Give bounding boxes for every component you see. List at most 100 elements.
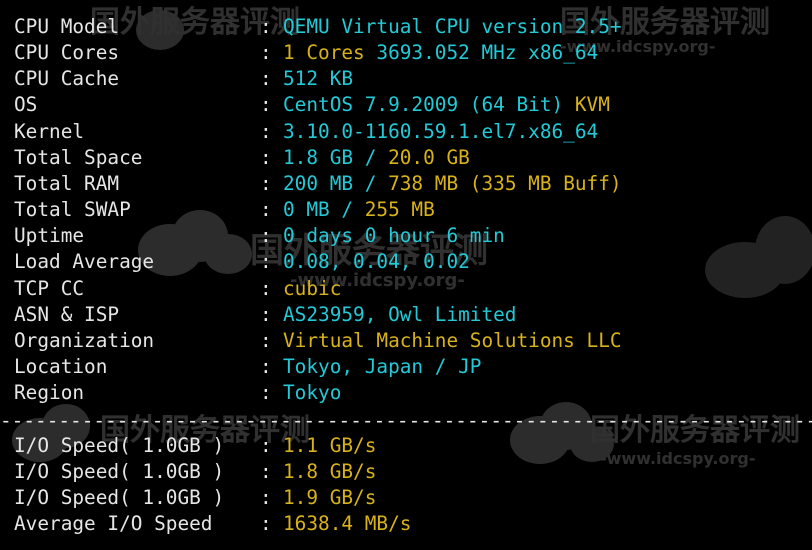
- info-row-asn-isp: ASN & ISP: AS23959, Owl Limited: [0, 302, 812, 328]
- value-segment: 1.9 GB/s: [283, 486, 377, 510]
- separator-colon: :: [260, 276, 272, 300]
- value-segment: 1.8 GB /: [283, 145, 389, 169]
- separator-colon: :: [260, 512, 272, 536]
- info-value: 1.9 GB/s: [283, 485, 376, 511]
- info-row-total-ram: Total RAM:200 MB / 738 MB (335 MB Buff): [0, 171, 812, 197]
- info-value: 200 MB / 738 MB (335 MB Buff): [283, 171, 622, 197]
- info-row-cpu-model: CPU Model: QEMU Virtual CPU version 2.5+: [0, 14, 812, 40]
- info-label: TCP CC: [14, 276, 85, 300]
- value-segment: QEMU Virtual CPU version 2.5+: [283, 15, 622, 38]
- info-row-cpu-cores: CPU Cores:1 Cores 3693.052 MHz x86_64: [0, 40, 812, 66]
- info-row-location: Location: Tokyo, Japan / JP: [0, 354, 812, 380]
- value-segment: Tokyo: [283, 381, 342, 405]
- info-row-i-o-speed-1-0gb: I/O Speed( 1.0GB ):1.1 GB/s: [0, 433, 812, 459]
- value-segment: 200 MB /: [283, 171, 389, 195]
- info-label: OS: [14, 93, 38, 117]
- info-label: Total SWAP: [14, 198, 131, 222]
- terminal-window: 国外服务器评测 -www.idcspy.org- 国外服务器评测 -www.id…: [0, 0, 812, 550]
- value-segment: 255 MB: [364, 198, 435, 222]
- separator-colon: :: [260, 15, 272, 38]
- info-row-total-swap: Total SWAP:0 MB / 255 MB: [0, 197, 812, 223]
- info-label: CPU Cache: [14, 67, 120, 91]
- info-value: AS23959, Owl Limited: [283, 302, 516, 328]
- info-row-region: Region: Tokyo: [0, 380, 812, 406]
- info-row-average-i-o-speed: Average I/O Speed:1638.4 MB/s: [0, 511, 812, 537]
- separator-colon: :: [260, 302, 272, 326]
- info-row-kernel: Kernel:3.10.0-1160.59.1.el7.x86_64: [0, 119, 812, 145]
- info-row-cpu-cache: CPU Cache:512 KB: [0, 66, 812, 92]
- info-label: Average I/O Speed: [14, 512, 213, 536]
- info-value: 1.8 GB/s: [283, 459, 376, 485]
- info-row-tcp-cc: TCP CC: cubic: [0, 276, 812, 302]
- separator-colon: :: [260, 171, 272, 195]
- value-segment: 1.8 GB/s: [283, 460, 377, 484]
- info-row-total-space: Total Space:1.8 GB / 20.0 GB: [0, 145, 812, 171]
- value-segment: Virtual Machine Solutions LLC: [283, 328, 622, 352]
- value-segment: Tokyo, Japan / JP: [283, 354, 482, 378]
- value-segment: cubic: [283, 276, 342, 300]
- info-value: 1.8 GB / 20.0 GB: [283, 145, 470, 171]
- value-segment: 512 KB: [283, 67, 354, 91]
- info-label: I/O Speed( 1.0GB ): [14, 486, 225, 510]
- separator-colon: :: [260, 145, 272, 169]
- info-value: Tokyo, Japan / JP: [283, 354, 481, 380]
- info-label: CPU Model: [14, 15, 120, 38]
- info-value: Virtual Machine Solutions LLC: [283, 328, 622, 354]
- info-value: 3.10.0-1160.59.1.el7.x86_64: [283, 119, 598, 145]
- info-label: Total RAM: [14, 171, 120, 195]
- info-value: 0 days 0 hour 6 min: [283, 223, 505, 249]
- value-segment: KVM: [574, 93, 610, 117]
- info-label: Uptime: [14, 224, 85, 248]
- separator-colon: :: [260, 41, 272, 65]
- value-segment: 738 MB (335 MB Buff): [388, 171, 622, 195]
- info-label: Region: [14, 381, 85, 405]
- info-value: CentOS 7.9.2009 (64 Bit) KVM: [283, 92, 610, 118]
- separator-colon: :: [260, 67, 272, 91]
- info-row-uptime: Uptime:0 days 0 hour 6 min: [0, 223, 812, 249]
- info-value: 0 MB / 255 MB: [283, 197, 435, 223]
- info-label: Load Average: [14, 250, 155, 274]
- info-value: 1 Cores 3693.052 MHz x86_64: [283, 40, 598, 66]
- info-value: 1638.4 MB/s: [283, 511, 411, 537]
- info-row-organization: Organization: Virtual Machine Solutions L…: [0, 328, 812, 354]
- separator-colon: :: [260, 460, 272, 484]
- info-label: Total Space: [14, 145, 143, 169]
- info-label: I/O Speed( 1.0GB ): [14, 460, 225, 484]
- section-divider: ----------------------------------------…: [0, 409, 812, 432]
- info-row-os: OS: CentOS 7.9.2009 (64 Bit) KVM: [0, 92, 812, 118]
- separator-colon: :: [260, 198, 272, 222]
- value-segment: 1 Cores: [283, 41, 377, 65]
- value-segment: 0 MB /: [283, 198, 365, 222]
- info-row-i-o-speed-1-0gb: I/O Speed( 1.0GB ):1.8 GB/s: [0, 459, 812, 485]
- value-segment: 1638.4 MB/s: [283, 512, 412, 536]
- separator-colon: :: [260, 434, 272, 457]
- info-value: cubic: [283, 276, 341, 302]
- value-segment: CentOS 7.9.2009 (64 Bit): [283, 93, 575, 117]
- info-label: Kernel: [14, 119, 85, 143]
- info-value: 512 KB: [283, 66, 353, 92]
- separator-colon: :: [260, 250, 272, 274]
- separator-colon: :: [260, 328, 272, 352]
- info-label: I/O Speed( 1.0GB ): [14, 434, 225, 457]
- value-segment: 0 days 0 hour 6 min: [283, 224, 505, 248]
- info-value: QEMU Virtual CPU version 2.5+: [283, 14, 622, 40]
- value-segment: 3693.052 MHz x86_64: [376, 41, 599, 65]
- info-label: Location: [14, 354, 108, 378]
- separator-colon: :: [260, 381, 272, 405]
- info-row-i-o-speed-1-0gb: I/O Speed( 1.0GB ):1.9 GB/s: [0, 485, 812, 511]
- separator-colon: :: [260, 224, 272, 248]
- info-row-load-average: Load Average:0.08, 0.04, 0.02: [0, 249, 812, 275]
- value-segment: 1.1 GB/s: [283, 434, 377, 457]
- value-segment: 20.0 GB: [388, 145, 470, 169]
- info-value: 0.08, 0.04, 0.02: [283, 249, 470, 275]
- info-value: Tokyo: [283, 380, 341, 406]
- separator-colon: :: [260, 354, 272, 378]
- info-label: CPU Cores: [14, 41, 120, 65]
- info-label: ASN & ISP: [14, 302, 120, 326]
- separator-colon: :: [260, 119, 272, 143]
- info-label: Organization: [14, 328, 155, 352]
- separator-colon: :: [260, 93, 272, 117]
- separator-colon: :: [260, 486, 272, 510]
- info-value: 1.1 GB/s: [283, 433, 376, 459]
- value-segment: AS23959, Owl Limited: [283, 302, 517, 326]
